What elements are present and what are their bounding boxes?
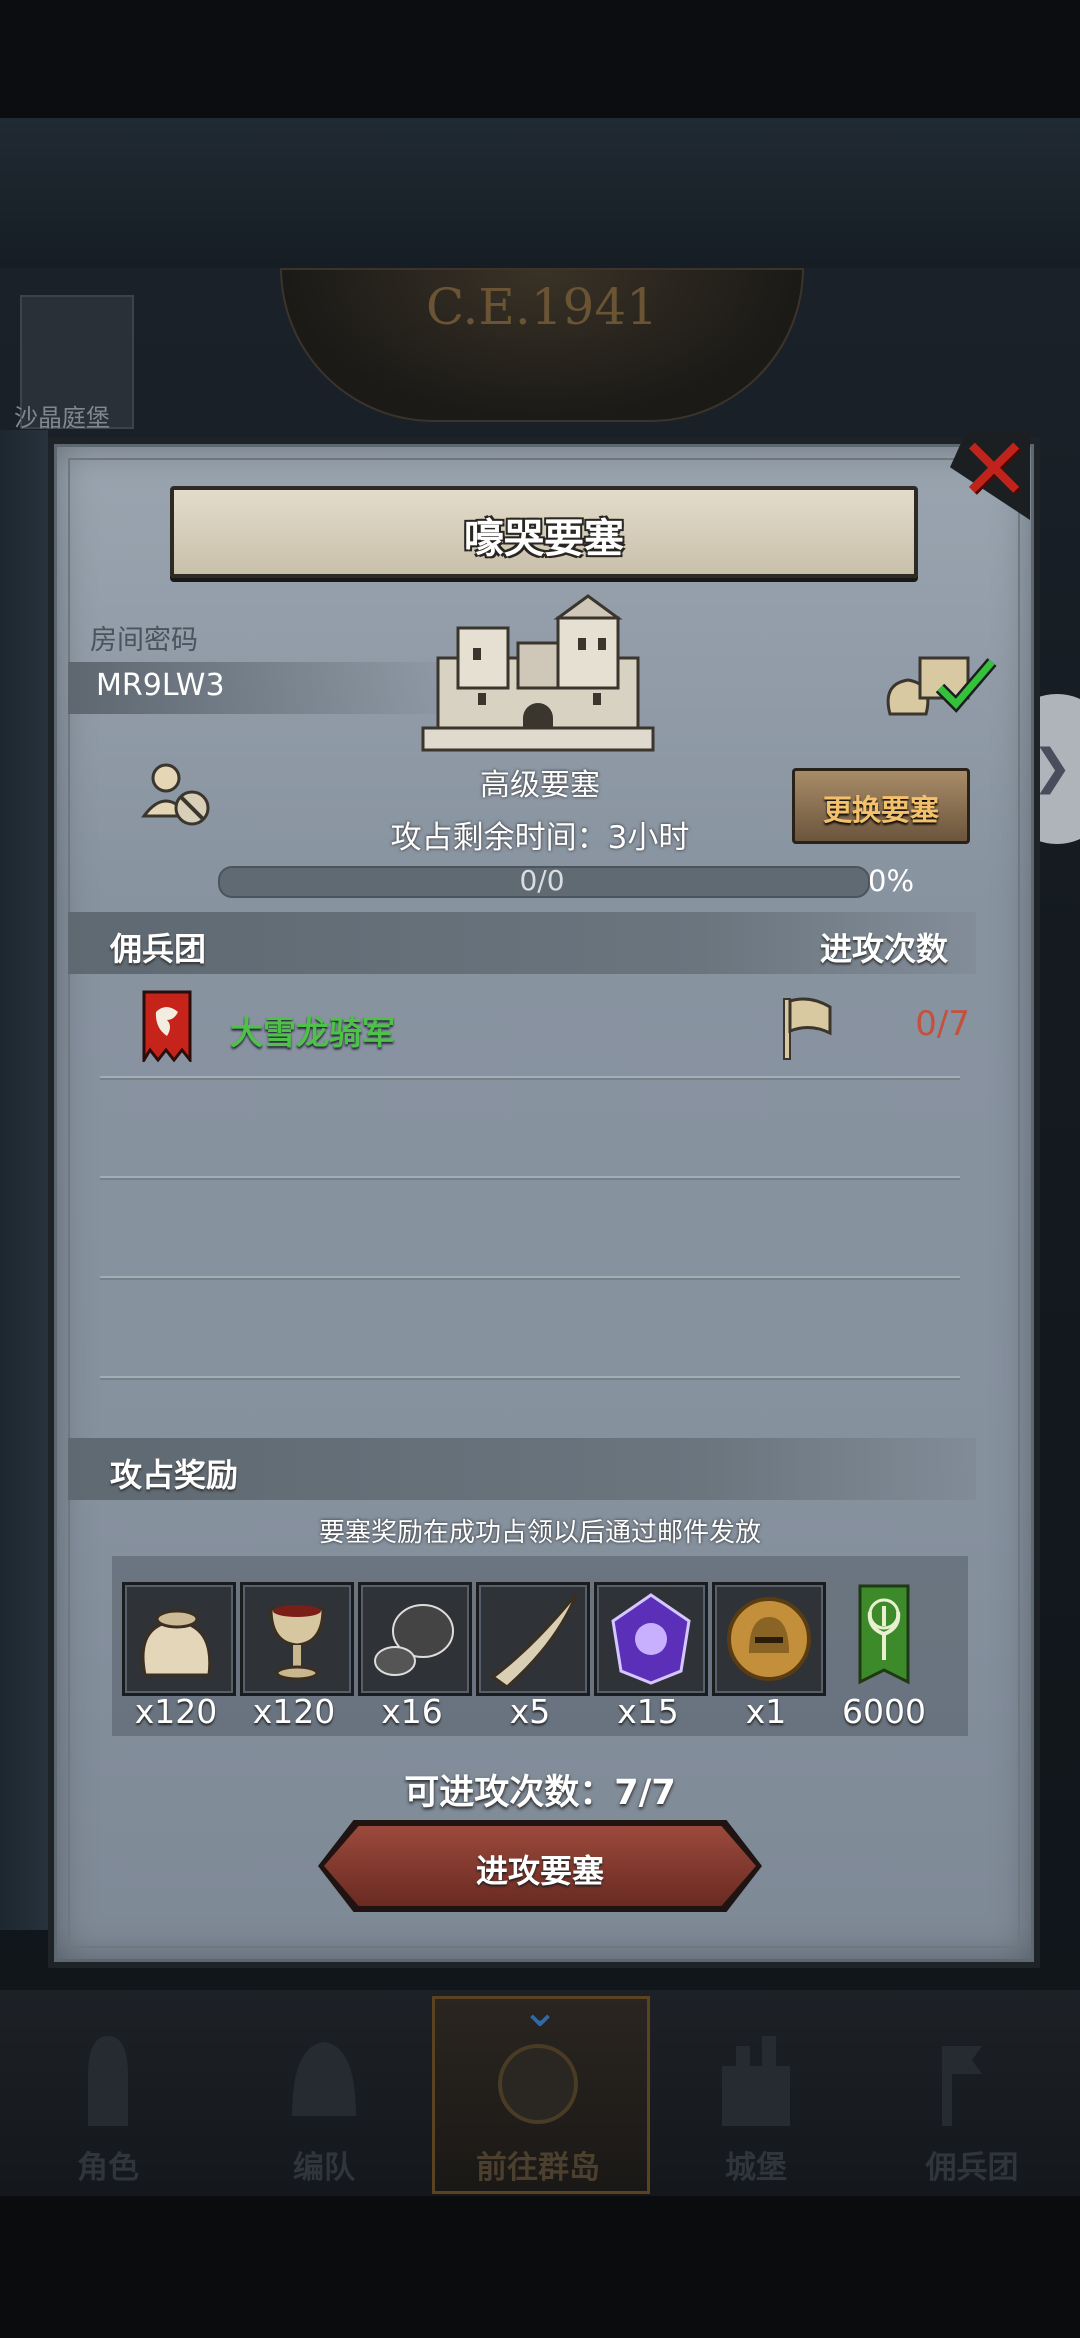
available-attacks: 可进攻次数：7/7	[404, 1773, 676, 1813]
nav-item-islands[interactable]: 前往群岛	[438, 2000, 638, 2190]
room-password-value: MR9LW3	[96, 668, 225, 703]
reward-item[interactable]	[594, 1582, 708, 1696]
knight-icon	[88, 2036, 128, 2126]
title-plate: 嚎哭要塞	[170, 486, 918, 578]
reward-qty: x5	[509, 1692, 551, 1731]
remaining-time: 攻占剩余时间：3小时	[390, 820, 690, 856]
top-band	[0, 118, 1080, 268]
attack-fortress-label: 进攻要塞	[475, 1852, 604, 1890]
flag-icon	[783, 997, 832, 1060]
flag-knight-icon	[942, 2046, 982, 2126]
reward-qty: 6000	[842, 1692, 926, 1731]
tree-banner-icon	[858, 1584, 910, 1685]
mercenary-name: 大雪龙骑军	[230, 1013, 395, 1052]
nav-item-castle[interactable]: 城堡	[656, 2000, 856, 2190]
helmet-icon	[292, 2042, 356, 2116]
background-location-label: 沙晶庭堡	[14, 404, 110, 432]
room-password-label: 房间密码	[90, 625, 198, 656]
ore-icon	[374, 1604, 454, 1676]
purple-gem-icon	[611, 1593, 691, 1685]
table-row	[100, 1176, 960, 1278]
globe-icon	[498, 2044, 578, 2124]
era-clock: C.E.1941	[280, 268, 804, 422]
reward-header: 攻占奖励	[110, 1456, 239, 1494]
nav-label: 角色	[77, 2150, 139, 2186]
nav-item-formation[interactable]: 编队	[224, 2000, 424, 2190]
nav-item-mercenary[interactable]: 佣兵团	[872, 2000, 1072, 2190]
reward-item[interactable]	[712, 1582, 826, 1696]
reward-item[interactable]	[240, 1582, 354, 1696]
attack-fortress-button[interactable]: 进攻要塞	[324, 1826, 756, 1906]
nav-item-character[interactable]: 角色	[8, 2000, 208, 2190]
table-row	[100, 1076, 960, 1178]
change-fortress-label: 更换要塞	[822, 793, 939, 827]
table-row	[100, 1276, 960, 1378]
horn-icon	[490, 1592, 579, 1689]
leave-party-icon[interactable]	[140, 760, 216, 830]
goblet-icon	[269, 1605, 325, 1681]
reward-qty: x15	[617, 1692, 679, 1731]
reward-note: 要塞奖励在成功占领以后通过邮件发放	[318, 1518, 761, 1548]
reward-qty: x120	[252, 1692, 336, 1731]
nav-label: 城堡	[725, 2150, 787, 2186]
reward-qty: x1	[745, 1692, 787, 1731]
reward-item[interactable]	[830, 1582, 938, 1690]
nav-label: 前往群岛	[476, 2150, 600, 2186]
left-side-strip	[0, 430, 48, 1930]
reward-qty: x16	[381, 1692, 443, 1731]
castle-nav-icon	[722, 2036, 790, 2126]
dialog-title: 嚎哭要塞	[464, 516, 624, 562]
attack-count-header: 进攻次数	[820, 930, 949, 968]
change-fortress-button[interactable]: 更换要塞	[792, 768, 970, 844]
capture-progress-text: 0/0	[519, 864, 565, 897]
mercenary-attack-count: 0/7	[915, 1004, 970, 1044]
fortress-type: 高级要塞	[480, 768, 600, 803]
nav-label: 佣兵团	[925, 2150, 1019, 2186]
reward-item[interactable]	[358, 1582, 472, 1696]
reward-qty: x120	[134, 1692, 218, 1731]
system-bottom-bar	[0, 2196, 1080, 2338]
castle-icon	[421, 594, 655, 752]
close-icon[interactable]: ✕	[958, 427, 1030, 513]
era-year: C.E.1941	[425, 278, 658, 336]
reward-item[interactable]	[476, 1582, 590, 1696]
sack-icon	[141, 1609, 212, 1677]
helmet-medal-icon	[727, 1597, 811, 1681]
guild-banner-icon	[142, 990, 192, 1062]
nav-label: 编队	[293, 2150, 355, 2186]
mercenary-header: 佣兵团	[110, 930, 207, 968]
capture-progress-percent: 0%	[868, 864, 915, 898]
reward-item[interactable]	[122, 1582, 236, 1696]
supplies-checked-icon[interactable]	[880, 648, 1000, 718]
